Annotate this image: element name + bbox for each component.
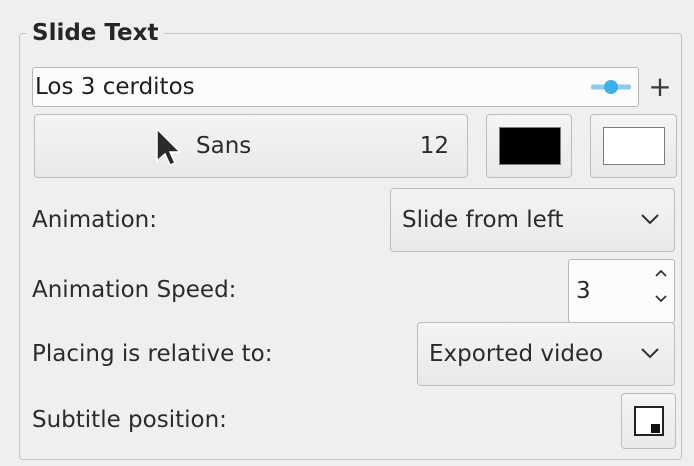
background-color-swatch (603, 127, 665, 165)
animation-combo[interactable]: Slide from left (390, 188, 675, 252)
add-button[interactable]: + (645, 70, 675, 104)
chevron-down-icon (641, 348, 659, 359)
animation-speed-label: Animation Speed: (32, 277, 237, 303)
text-color-swatch (499, 127, 561, 165)
placing-combo[interactable]: Exported video (417, 322, 675, 386)
placing-value: Exported video (429, 341, 604, 367)
chevron-down-icon (641, 214, 659, 225)
animation-speed-spinbox[interactable]: 3 (568, 259, 675, 323)
slide-text-input[interactable]: Los 3 cerditos (32, 67, 639, 107)
font-name: Sans (196, 133, 252, 159)
font-select-button[interactable]: Sans 12 (34, 114, 468, 178)
group-title: Slide Text (26, 16, 165, 50)
chevron-up-icon[interactable] (654, 268, 668, 278)
animation-speed-value: 3 (576, 278, 591, 304)
font-size: 12 (419, 133, 449, 159)
chevron-down-icon[interactable] (654, 294, 668, 304)
pointer-cursor-icon (156, 127, 181, 166)
text-slider-icon[interactable] (591, 79, 631, 95)
subtitle-position-label: Subtitle position: (32, 407, 227, 433)
position-bottom-right-icon (634, 406, 664, 436)
animation-value: Slide from left (402, 207, 564, 233)
animation-label: Animation: (32, 207, 158, 233)
background-color-button[interactable] (590, 114, 677, 178)
placing-label: Placing is relative to: (32, 341, 273, 367)
text-color-button[interactable] (486, 114, 572, 178)
slide-text-value: Los 3 cerditos (35, 74, 195, 100)
subtitle-position-button[interactable] (621, 393, 676, 449)
